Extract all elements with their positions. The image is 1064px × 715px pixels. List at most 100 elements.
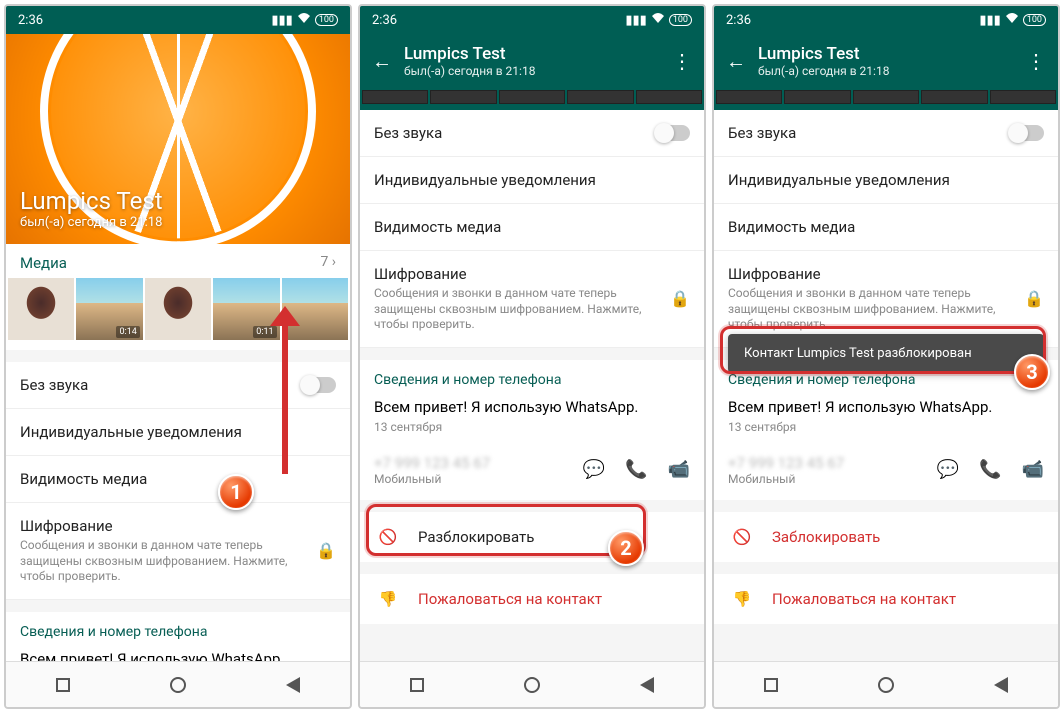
nav-home-button[interactable] xyxy=(876,675,896,695)
custom-notifications-row[interactable]: Индивидуальные уведомления xyxy=(360,157,704,204)
more-menu-button[interactable]: ⋮ xyxy=(1026,49,1046,73)
header-title: Lumpics Test xyxy=(404,44,660,64)
encryption-row[interactable]: Шифрование Сообщения и звонки в данном ч… xyxy=(360,251,704,348)
status-bar: 2:36 ▮▮▮ 100 xyxy=(714,6,1058,34)
contact-header: ← Lumpics Test был(-а) сегодня в 21:18 ⋮ xyxy=(714,34,1058,88)
phone-number-row[interactable]: +7 999 123 45 67 Мобильный 💬 📞 📹 xyxy=(714,446,1058,500)
contact-hero[interactable]: Lumpics Test был(-а) сегодня в 21:18 xyxy=(6,34,350,244)
divider xyxy=(360,348,704,360)
report-label: Пожаловаться на контакт xyxy=(418,590,602,608)
annotation-badge-3: 3 xyxy=(1014,354,1050,390)
android-navbar xyxy=(714,661,1058,707)
back-button[interactable]: ← xyxy=(726,49,746,74)
thumbs-down-icon: 👎 xyxy=(378,590,398,608)
phone-screen-1: 2:36 ▮▮▮ 100 Lumpics Test был(-а) сегодн… xyxy=(4,4,352,709)
divider xyxy=(714,500,1058,512)
media-thumb[interactable] xyxy=(8,278,74,340)
media-visibility-label: Видимость медиа xyxy=(20,470,147,488)
nav-back-button[interactable] xyxy=(991,675,1011,695)
media-visibility-row[interactable]: Видимость медиа xyxy=(360,204,704,251)
nav-recent-button[interactable] xyxy=(407,675,427,695)
message-icon[interactable]: 💬 xyxy=(583,459,605,480)
call-icon[interactable]: 📞 xyxy=(979,459,1001,480)
phone-screen-2: 2:36 ▮▮▮ 100 ← Lumpics Test был(-а) сего… xyxy=(358,4,706,709)
header-subtitle: был(-а) сегодня в 21:18 xyxy=(404,64,660,78)
nav-back-button[interactable] xyxy=(283,675,303,695)
status-time: 2:36 xyxy=(726,13,751,28)
lock-icon: 🔒 xyxy=(670,289,690,308)
media-visibility-label: Видимость медиа xyxy=(728,218,855,236)
report-contact-button[interactable]: 👎 Пожаловаться на контакт xyxy=(360,574,704,624)
nav-back-button[interactable] xyxy=(637,675,657,695)
block-label: Заблокировать xyxy=(772,528,880,546)
report-contact-button[interactable]: 👎 Пожаловаться на контакт xyxy=(714,574,1058,624)
mute-row[interactable]: Без звука xyxy=(6,362,350,409)
hero-contact-name: Lumpics Test xyxy=(20,187,336,215)
nav-recent-button[interactable] xyxy=(53,675,73,695)
status-time: 2:36 xyxy=(18,13,43,28)
mute-toggle[interactable] xyxy=(656,125,690,141)
call-icon[interactable]: 📞 xyxy=(625,459,647,480)
header-thumb-row xyxy=(360,88,704,110)
media-visibility-row[interactable]: Видимость медиа xyxy=(6,456,350,503)
encryption-row[interactable]: Шифрование Сообщения и звонки в данном ч… xyxy=(6,503,350,600)
mute-label: Без звука xyxy=(20,376,88,394)
status-bar: 2:36 ▮▮▮ 100 xyxy=(6,6,350,34)
nav-home-button[interactable] xyxy=(168,675,188,695)
media-visibility-row[interactable]: Видимость медиа xyxy=(714,204,1058,251)
wifi-icon xyxy=(651,12,665,28)
phone-number: +7 999 123 45 67 xyxy=(728,454,844,472)
media-label: Медиа xyxy=(20,254,67,272)
custom-notifications-row[interactable]: Индивидуальные уведомления xyxy=(6,409,350,456)
android-navbar xyxy=(6,661,350,707)
custom-notif-label: Индивидуальные уведомления xyxy=(374,171,596,189)
hero-last-seen: был(-а) сегодня в 21:18 xyxy=(20,215,336,230)
media-thumb[interactable] xyxy=(145,278,211,340)
encryption-sub: Сообщения и звонки в данном чате теперь … xyxy=(20,538,316,585)
wifi-icon xyxy=(1005,12,1019,28)
encryption-sub: Сообщения и звонки в данном чате теперь … xyxy=(374,286,670,333)
wifi-icon xyxy=(297,12,311,28)
nav-home-button[interactable] xyxy=(522,675,542,695)
header-title: Lumpics Test xyxy=(758,44,1014,64)
encryption-label: Шифрование xyxy=(728,265,1024,283)
back-button[interactable]: ← xyxy=(372,49,392,74)
message-icon[interactable]: 💬 xyxy=(937,459,959,480)
lock-icon: 🔒 xyxy=(316,541,336,560)
block-icon: 🚫 xyxy=(732,528,752,546)
content-area-2: Без звука Индивидуальные уведомления Вид… xyxy=(360,110,704,661)
nav-recent-button[interactable] xyxy=(761,675,781,695)
content-area-3: Без звука Индивидуальные уведомления Вид… xyxy=(714,110,1058,661)
status-time: 2:36 xyxy=(372,13,397,28)
battery-icon: 100 xyxy=(669,14,692,26)
phone-number-row[interactable]: +7 999 123 45 67 Мобильный 💬 📞 📹 xyxy=(360,446,704,500)
header-subtitle: был(-а) сегодня в 21:18 xyxy=(758,64,1014,78)
signal-icon: ▮▮▮ xyxy=(625,13,646,28)
mute-row[interactable]: Без звука xyxy=(714,110,1058,157)
media-thumb[interactable]: 0:14 xyxy=(76,278,142,340)
custom-notifications-row[interactable]: Индивидуальные уведомления xyxy=(714,157,1058,204)
video-call-icon[interactable]: 📹 xyxy=(668,459,690,480)
status-icons: ▮▮▮ 100 xyxy=(271,12,338,28)
unblock-button[interactable]: 🚫 Разблокировать xyxy=(360,512,704,562)
contact-status-date: 13 сентября xyxy=(360,418,704,446)
mute-toggle[interactable] xyxy=(1010,125,1044,141)
content-area-1: Lumpics Test был(-а) сегодня в 21:18 Мед… xyxy=(6,34,350,661)
video-call-icon[interactable]: 📹 xyxy=(1022,459,1044,480)
block-button[interactable]: 🚫 Заблокировать xyxy=(714,512,1058,562)
more-menu-button[interactable]: ⋮ xyxy=(672,49,692,73)
annotation-badge-2: 2 xyxy=(608,530,644,566)
divider xyxy=(6,350,350,362)
info-section-title: Сведения и номер телефона xyxy=(6,612,350,644)
contact-status-text: Всем привет! Я использую WhatsApp. xyxy=(714,392,1058,418)
signal-icon: ▮▮▮ xyxy=(979,13,1000,28)
contact-status-text: Всем привет! Я использую WhatsApp. xyxy=(360,392,704,418)
android-navbar xyxy=(360,661,704,707)
block-icon: 🚫 xyxy=(378,528,398,546)
contact-status-text: Всем привет! Я использую WhatsApp. xyxy=(6,644,350,661)
mute-toggle[interactable] xyxy=(302,377,336,393)
mute-row[interactable]: Без звука xyxy=(360,110,704,157)
encryption-label: Шифрование xyxy=(374,265,670,283)
media-visibility-label: Видимость медиа xyxy=(374,218,501,236)
phone-type: Мобильный xyxy=(374,472,490,486)
